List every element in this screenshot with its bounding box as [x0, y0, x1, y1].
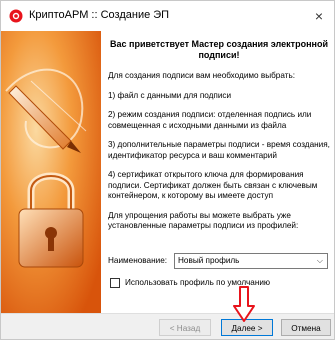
- profile-selected-value: Новый профиль: [178, 256, 240, 265]
- chevron-down-icon: ⌵: [316, 256, 323, 265]
- wizard-heading: Вас приветствует Мастер создания электро…: [110, 39, 328, 60]
- wizard-window: КриптоАРМ :: Создание ЭП × Вас приветств…: [0, 0, 335, 340]
- profile-select[interactable]: Новый профиль ⌵: [174, 253, 328, 269]
- close-button[interactable]: ×: [304, 1, 334, 31]
- pen-and-padlock-icon: [1, 31, 101, 313]
- wizard-item: 2) режим создания подписи: отделенная по…: [108, 110, 312, 130]
- cryptoarm-icon: [9, 9, 23, 23]
- profile-hint: Для упрощения работы вы можете выбрать у…: [108, 210, 299, 231]
- wizard-text: Вас приветствует Мастер создания электро…: [108, 33, 330, 241]
- default-profile-checkbox[interactable]: [110, 278, 120, 288]
- title-bar[interactable]: КриптоАРМ :: Создание ЭП ×: [1, 1, 334, 31]
- wizard-item: 4) сертификат открытого ключа для формир…: [108, 170, 318, 200]
- default-profile-row[interactable]: Использовать профиль по умолчанию: [110, 277, 330, 291]
- profile-row: Наименование: Новый профиль ⌵: [108, 253, 328, 269]
- cancel-button[interactable]: Отмена: [281, 319, 331, 336]
- button-bar: < Назад Далее > Отмена: [1, 313, 334, 339]
- back-button[interactable]: < Назад: [159, 319, 211, 336]
- window-title: КриптоАРМ :: Создание ЭП: [29, 9, 170, 21]
- profile-label: Наименование:: [108, 256, 168, 265]
- red-arrow-icon: [233, 286, 255, 322]
- wizard-intro: Для создания подписи вам необходимо выбр…: [108, 71, 296, 80]
- wizard-item: 3) дополнительные параметры подписи - вр…: [108, 140, 330, 160]
- wizard-item: 1) файл с данными для подписи: [108, 90, 232, 100]
